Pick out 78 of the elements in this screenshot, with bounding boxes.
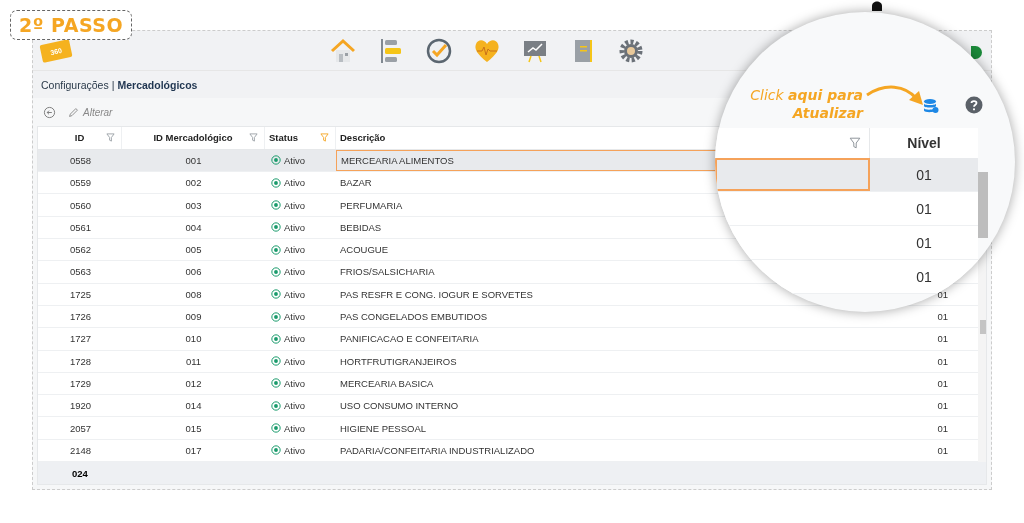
page-title: Mercadológicos [117,78,198,91]
status-text: Ativo [284,422,306,434]
table-cell[interactable]: 0563 [38,261,122,283]
table-cell[interactable]: 1729 [38,372,122,395]
callout-text: Click aqui para Atualizar [749,86,863,122]
table-cell: 010 [185,333,202,345]
table-cell[interactable]: 0562 [38,239,122,261]
breadcrumb-link[interactable]: Configurações [41,78,109,91]
table-cell: 004 [185,221,202,233]
table-cell: MERCEARIA ALIMENTOS [341,155,454,166]
table-cell: 006 [185,266,202,278]
table-cell: 01 [937,400,948,412]
table-cell: 01 [916,166,932,183]
table-cell[interactable]: 1725 [38,283,122,305]
table-cell: 001 [185,155,202,166]
step-badge: 2º PASSO [10,10,133,40]
status-text: Ativo [284,333,306,345]
status-text: Ativo [284,311,306,323]
table-cell: HIGIENE PESSOAL [340,422,427,434]
table-cell[interactable]: 1726 [38,305,122,328]
status-text: Ativo [284,355,306,367]
column-header[interactable]: ID [74,132,85,144]
table-cell: 012 [185,377,202,389]
table-cell: 003 [185,199,202,211]
table-cell: 008 [185,288,202,300]
status-text: Ativo [284,266,306,278]
table-cell: ACOUGUE [340,244,389,256]
status-text: Ativo [284,244,306,256]
table-cell: MERCEARIA BASICA [340,377,434,389]
table-cell: 017 [185,444,202,456]
breadcrumb-separator: | [111,78,115,91]
table-cell: 011 [185,355,202,367]
table-cell: 01 [916,200,932,217]
column-header[interactable]: ID Mercadológico [153,132,233,144]
table-cell: 015 [185,422,202,434]
column-header[interactable]: Descrição [340,132,386,144]
table-cell: USO CONSUMO INTERNO [340,400,459,412]
table-cell: 009 [185,311,202,323]
table-cell: 01 [916,234,932,251]
table-cell: PAS RESFR E CONG. IOGUR E SORVETES [340,288,533,300]
status-text: Ativo [284,400,306,412]
status-text: Ativo [284,199,306,211]
table-cell: 01 [937,444,948,456]
table-cell[interactable]: 1727 [38,328,122,350]
table-cell: BEBIDAS [340,221,382,233]
table-cell: PANIFICACAO E CONFEITARIA [340,333,479,345]
table-cell[interactable]: 0558 [38,149,122,172]
table-cell: 01 [916,268,932,285]
table-cell: PADARIA/CONFEITARIA INDUSTRIALIZADO [340,444,535,456]
table-cell: FRIOS/SALSICHARIA [340,266,435,278]
table-cell: 005 [185,244,202,256]
table-cell[interactable]: 2148 [38,439,122,461]
status-text: Ativo [284,288,306,300]
status-text: Ativo [284,177,306,189]
status-text: Ativo [284,377,306,389]
table-cell: PERFUMARIA [340,199,403,211]
table-cell: 01 [937,377,948,389]
table-cell: 01 [937,311,948,323]
table-cell: 01 [937,333,948,345]
table-cell[interactable]: 0561 [38,216,122,239]
table-cell[interactable]: 1728 [38,350,122,372]
row-count: 024 [72,467,88,479]
table-cell[interactable]: 1920 [38,395,122,417]
table-cell: BAZAR [340,177,372,189]
table-cell[interactable]: 0559 [38,172,122,194]
table-cell[interactable]: 0560 [38,194,122,216]
status-text: Ativo [284,444,306,456]
table-cell: HORTFRUTIGRANJEIROS [340,355,457,367]
table-cell[interactable]: 2057 [38,417,122,439]
status-text: Ativo [284,155,306,166]
table-cell: 002 [185,177,202,189]
table-cell: 01 [937,422,948,434]
column-header[interactable]: Status [269,132,299,144]
status-text: Ativo [284,221,306,233]
table-cell: PAS CONGELADOS EMBUTIDOS [340,311,488,323]
table-cell: 01 [937,288,948,300]
table-cell: 01 [937,355,948,367]
table-cell: 014 [185,400,202,412]
